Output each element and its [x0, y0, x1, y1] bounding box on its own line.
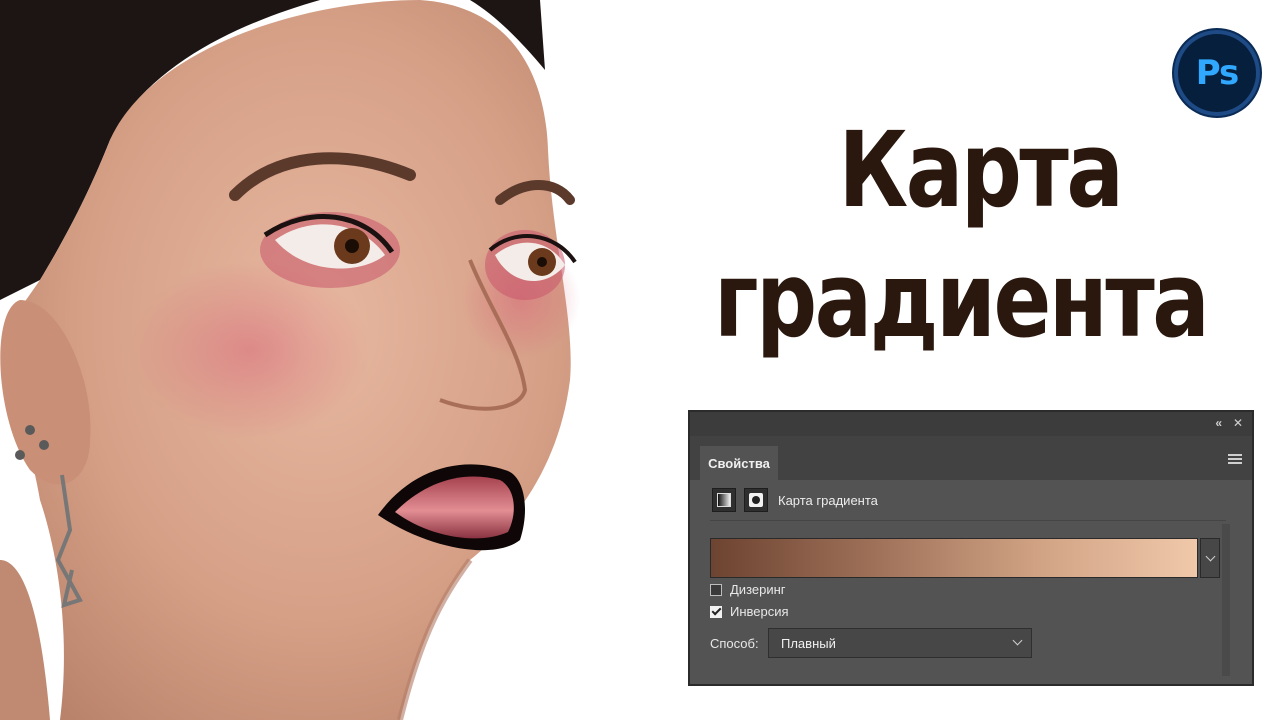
method-row: Способ: Плавный	[710, 628, 1032, 658]
title-line-2: градиента	[714, 239, 1210, 361]
page-title: Карта градиента	[700, 118, 1260, 352]
title-line-1: Карта	[838, 109, 1124, 231]
adjustment-header: Карта градиента	[712, 486, 878, 514]
method-value: Плавный	[781, 635, 836, 651]
method-label: Способ:	[710, 635, 759, 651]
panel-menu-icon[interactable]	[1228, 454, 1242, 464]
logo-text: Ps	[1195, 53, 1240, 93]
dither-option[interactable]: Дизеринг	[710, 582, 786, 597]
divider	[710, 520, 1226, 521]
collapse-icon[interactable]: «	[1215, 416, 1222, 430]
panel-tab-bar: Свойства	[690, 436, 1252, 480]
invert-label: Инверсия	[730, 604, 789, 619]
gradient-preview[interactable]	[710, 538, 1198, 578]
close-icon[interactable]: ✕	[1233, 416, 1243, 430]
chevron-down-icon	[1205, 551, 1215, 562]
scrollbar[interactable]	[1222, 524, 1230, 676]
adjustment-title: Карта градиента	[778, 492, 878, 508]
dither-checkbox[interactable]	[710, 583, 722, 596]
photoshop-logo-icon: Ps	[1174, 30, 1260, 116]
tab-properties[interactable]: Свойства	[700, 446, 778, 480]
gradient-picker-button[interactable]	[1200, 538, 1220, 578]
properties-panel: « ✕ Свойства Карта градиента Дизеринг Ин…	[688, 410, 1254, 686]
invert-option[interactable]: Инверсия	[710, 604, 789, 619]
layer-mask-icon[interactable]	[744, 488, 768, 512]
invert-checkbox[interactable]	[710, 605, 722, 618]
chevron-down-icon	[1012, 635, 1023, 646]
method-select[interactable]: Плавный	[768, 628, 1032, 658]
dither-label: Дизеринг	[730, 582, 786, 597]
panel-title-bar: « ✕	[690, 412, 1252, 436]
gradient-map-icon[interactable]	[712, 488, 736, 512]
portrait-photo	[0, 0, 580, 720]
